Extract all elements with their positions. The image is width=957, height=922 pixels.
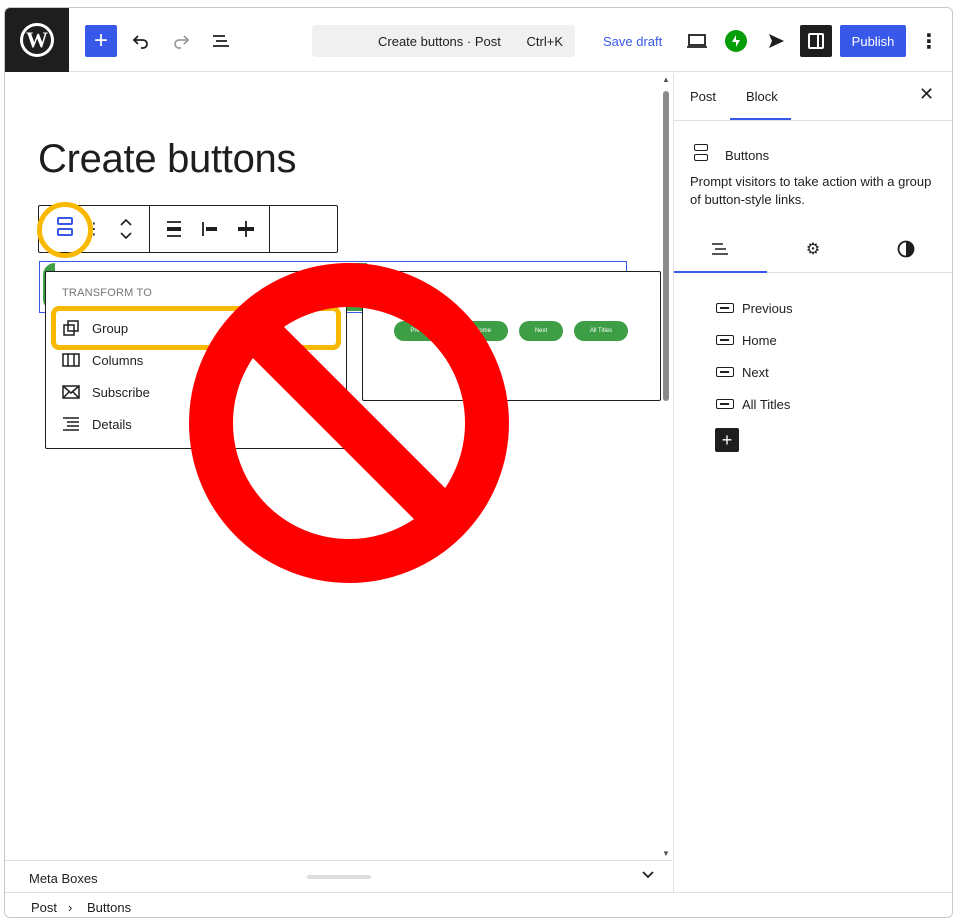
- plus-icon: +: [93, 27, 108, 54]
- block-breadcrumb: Post › Buttons: [5, 892, 952, 917]
- justify-left-icon: [202, 222, 217, 236]
- gear-icon: ⚙: [805, 241, 821, 258]
- post-title[interactable]: Create buttons: [38, 137, 296, 182]
- transform-item-label: Columns: [92, 352, 144, 368]
- justify-left-button[interactable]: [197, 216, 223, 242]
- transform-item-details[interactable]: Details: [62, 412, 132, 436]
- send-button[interactable]: [760, 25, 792, 57]
- desktop-icon: [687, 34, 707, 48]
- sidebar-toggle-icon: [808, 33, 824, 49]
- redo-icon: [174, 35, 190, 49]
- meta-boxes-label: Meta Boxes: [29, 871, 98, 886]
- sidebar-tabs: Post Block ✕: [674, 73, 952, 121]
- document-title: Create buttons · Post: [378, 34, 501, 49]
- transform-item-columns[interactable]: Columns: [62, 348, 143, 372]
- undo-icon: [132, 35, 148, 49]
- toolbar-separator: [269, 206, 270, 252]
- publish-button[interactable]: Publish: [840, 25, 906, 57]
- plus-icon: +: [721, 429, 733, 450]
- button-block-icon: [716, 303, 734, 313]
- wordpress-logo-button[interactable]: W: [5, 8, 69, 72]
- block-card-title: Buttons: [725, 148, 770, 163]
- editor-header: W + Create buttons · Post Ctrl+K Save dr…: [5, 8, 952, 72]
- transform-item-subscribe[interactable]: Subscribe: [62, 380, 150, 404]
- scroll-up-arrow-icon[interactable]: ▲: [661, 75, 671, 84]
- document-overview-button[interactable]: [205, 25, 237, 57]
- editor-canvas[interactable]: Create buttons ⋮ TRANSFORM TO Group Colu…: [5, 73, 672, 860]
- annotation-circle: [37, 202, 93, 258]
- prohibition-sign-icon: [189, 263, 509, 583]
- preview-button-next: Next: [519, 321, 563, 341]
- scroll-down-arrow-icon[interactable]: ▼: [661, 849, 671, 858]
- meta-boxes-panel[interactable]: Meta Boxes: [5, 860, 672, 891]
- block-inspector-tabs: ⚙: [674, 223, 952, 273]
- list-item[interactable]: All Titles: [716, 394, 790, 414]
- breadcrumb-separator-icon: ›: [68, 900, 73, 915]
- buttons-block-icon: [694, 144, 710, 164]
- editor-window: W + Create buttons · Post Ctrl+K Save dr…: [4, 7, 953, 918]
- add-block-toggle-button[interactable]: +: [85, 25, 117, 57]
- settings-toggle-button[interactable]: [800, 25, 832, 57]
- options-button[interactable]: ⋮: [915, 25, 943, 57]
- add-block-button[interactable]: +: [715, 428, 739, 452]
- active-tab-indicator: [730, 118, 791, 120]
- tab-list-view[interactable]: [706, 237, 734, 261]
- redo-button[interactable]: [165, 25, 197, 57]
- move-up-down-icon: [120, 218, 132, 240]
- list-item[interactable]: Next: [716, 362, 769, 382]
- list-view-icon: [712, 243, 728, 255]
- settings-sidebar: Post Block ✕ Buttons Prompt visitors to …: [673, 73, 952, 892]
- tab-block[interactable]: Block: [746, 89, 778, 104]
- move-block-buttons[interactable]: [113, 216, 139, 242]
- resize-handle[interactable]: [307, 875, 371, 879]
- envelope-icon: [62, 383, 80, 401]
- chevron-down-icon[interactable]: [641, 868, 655, 882]
- scroll-thumb[interactable]: [663, 91, 669, 401]
- justify-space-button[interactable]: [233, 216, 259, 242]
- tab-post[interactable]: Post: [690, 89, 716, 104]
- breadcrumb-post[interactable]: Post: [31, 900, 57, 915]
- button-block-icon: [716, 367, 734, 377]
- list-item[interactable]: Home: [716, 330, 777, 350]
- jetpack-button[interactable]: [725, 30, 747, 52]
- justify-center-icon: [167, 221, 181, 237]
- close-icon[interactable]: ✕: [919, 84, 934, 105]
- command-shortcut: Ctrl+K: [526, 34, 563, 49]
- send-icon: [769, 34, 784, 48]
- command-palette-bar[interactable]: Create buttons · Post Ctrl+K: [312, 25, 575, 57]
- list-item-label: All Titles: [742, 396, 791, 412]
- list-item-label: Home: [742, 332, 777, 348]
- button-block-icon: [716, 335, 734, 345]
- active-subtab-indicator: [674, 271, 767, 273]
- details-icon: [62, 415, 80, 433]
- justify-space-icon: [238, 221, 254, 237]
- preview-button-all-titles: All Titles: [574, 321, 628, 341]
- transform-item-label: Details: [92, 416, 132, 432]
- canvas-scrollbar[interactable]: ▲ ▼: [661, 75, 671, 858]
- preview-button[interactable]: [681, 25, 713, 57]
- tab-styles[interactable]: [892, 237, 920, 261]
- wordpress-icon: W: [20, 23, 54, 57]
- block-card-description: Prompt visitors to take action with a gr…: [690, 174, 932, 207]
- list-item[interactable]: Previous: [716, 298, 793, 318]
- justify-center-button[interactable]: [161, 216, 187, 242]
- list-item-label: Previous: [742, 300, 793, 316]
- list-item-label: Next: [742, 364, 769, 380]
- jetpack-icon: [732, 35, 740, 47]
- columns-icon: [62, 351, 80, 369]
- button-block-icon: [716, 399, 734, 409]
- list-view-icon: [213, 35, 229, 47]
- toolbar-separator: [149, 206, 150, 252]
- contrast-icon: [897, 240, 915, 258]
- breadcrumb-buttons[interactable]: Buttons: [87, 900, 131, 915]
- tab-settings[interactable]: ⚙: [799, 237, 827, 261]
- more-vertical-icon: ⋮: [919, 30, 939, 53]
- save-draft-button[interactable]: Save draft: [603, 34, 662, 49]
- undo-button[interactable]: [125, 25, 157, 57]
- transform-item-label: Subscribe: [92, 384, 150, 400]
- transform-heading: TRANSFORM TO: [62, 287, 152, 299]
